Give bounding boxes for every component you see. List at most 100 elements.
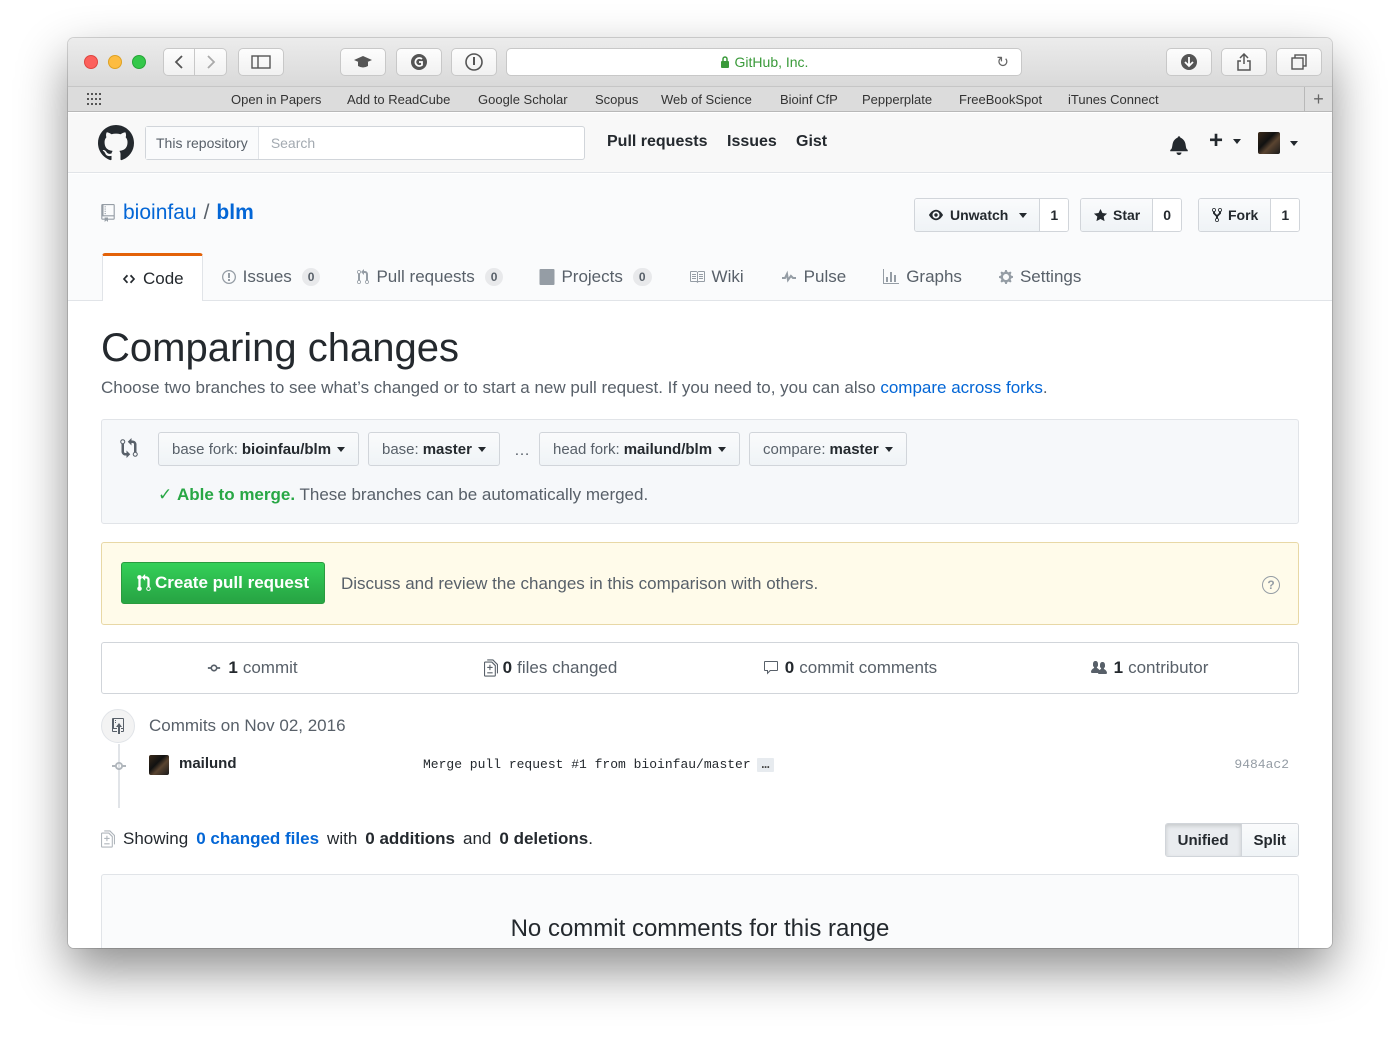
commit-author[interactable]: mailund xyxy=(179,755,237,772)
and-label: and xyxy=(463,829,492,848)
tab-label: Pulse xyxy=(803,267,847,286)
base-branch-select[interactable]: base: master xyxy=(368,432,500,466)
bookmark-item[interactable]: Scopus xyxy=(595,92,638,107)
info-extension-button[interactable] xyxy=(451,48,497,76)
book-icon xyxy=(689,271,705,283)
commit-message-link[interactable]: Merge pull request #1 from bioinfau/mast… xyxy=(423,757,751,772)
contributors-summary[interactable]: 1 contributor xyxy=(999,643,1298,693)
tab-settings[interactable]: Settings xyxy=(980,253,1099,301)
create-pull-request-button[interactable]: Create pull request xyxy=(121,562,325,604)
bookmark-item[interactable]: FreeBookSpot xyxy=(959,92,1042,107)
project-icon xyxy=(539,269,555,285)
forks-count[interactable]: 1 xyxy=(1271,199,1300,231)
comments-count: 0 xyxy=(784,658,795,677)
sidebar-toggle-button[interactable] xyxy=(238,48,284,76)
bookmark-item[interactable]: iTunes Connect xyxy=(1068,92,1159,107)
commit-comments-summary[interactable]: 0 commit comments xyxy=(700,643,999,693)
downloads-button[interactable] xyxy=(1166,48,1212,76)
bell-icon[interactable] xyxy=(1170,135,1188,155)
grammarly-extension-button[interactable] xyxy=(396,48,442,76)
tab-pulse[interactable]: Pulse xyxy=(762,253,865,301)
bookmark-item[interactable]: Web of Science xyxy=(661,92,752,107)
star-button-group: Star 0 xyxy=(1080,198,1183,232)
address-bar[interactable]: GitHub, Inc. ↻ xyxy=(506,48,1022,76)
bookmark-item[interactable]: Pepperplate xyxy=(862,92,932,107)
files-changed-summary[interactable]: 0 files changed xyxy=(401,643,700,693)
user-menu-dropdown[interactable] xyxy=(1258,132,1298,154)
add-tab-button[interactable]: + xyxy=(1304,87,1332,112)
watchers-count[interactable]: 1 xyxy=(1040,199,1069,231)
commit-author-avatar[interactable] xyxy=(149,755,169,775)
bookmarks-bar: Open in Papers Add to ReadCube Google Sc… xyxy=(68,86,1332,112)
bookmark-item[interactable]: Bioinf CfP xyxy=(780,92,838,107)
tab-label: Code xyxy=(143,269,184,288)
base-fork-label: base fork: xyxy=(172,440,238,458)
create-new-dropdown[interactable]: + xyxy=(1209,129,1242,153)
share-button[interactable] xyxy=(1221,48,1267,76)
unified-view-button[interactable]: Unified xyxy=(1165,824,1242,856)
diff-summary: Showing 0 changed files with 0 additions… xyxy=(101,822,1299,858)
repo-path-separator: / xyxy=(203,201,210,224)
compare-across-forks-link[interactable]: compare across forks xyxy=(880,378,1043,397)
caret-down-icon xyxy=(477,446,486,452)
zoom-window-button[interactable] xyxy=(132,55,146,69)
tab-projects[interactable]: Projects 0 xyxy=(521,253,669,301)
repo-owner-link[interactable]: bioinfau xyxy=(123,201,197,225)
star-button[interactable]: Star xyxy=(1081,199,1154,231)
head-fork-value: mailund/blm xyxy=(623,440,713,458)
stargazers-count[interactable]: 0 xyxy=(1153,199,1182,231)
tab-label: Graphs xyxy=(906,267,962,286)
compare-branch-select[interactable]: compare: master xyxy=(749,432,907,466)
tabs-overview-button[interactable] xyxy=(1276,48,1322,76)
header-nav-pull-requests[interactable]: Pull requests xyxy=(607,133,707,151)
changed-files-link[interactable]: 0 changed files xyxy=(196,829,319,849)
unwatch-button[interactable]: Unwatch xyxy=(915,199,1041,231)
header-nav-issues[interactable]: Issues xyxy=(727,133,777,151)
question-icon[interactable]: ? xyxy=(1262,576,1280,594)
people-icon xyxy=(1090,661,1107,674)
fork-button[interactable]: Fork xyxy=(1199,199,1272,231)
overall-summary: 1 commit 0 files changed 0 commit commen… xyxy=(101,642,1299,694)
tab-graphs[interactable]: Graphs xyxy=(864,253,980,301)
base-fork-value: bioinfau/blm xyxy=(241,440,332,458)
site-header: This repository Pull requests Issues Gis… xyxy=(68,113,1332,173)
forward-button[interactable] xyxy=(195,48,227,76)
merge-ok-label: Able to merge. xyxy=(176,485,296,504)
bookmark-item[interactable]: Open in Papers xyxy=(231,92,321,107)
split-view-button[interactable]: Split xyxy=(1241,824,1298,856)
grid-icon[interactable] xyxy=(86,91,104,107)
head-fork-select[interactable]: head fork: mailund/blm xyxy=(539,432,741,466)
repo-name-link[interactable]: blm xyxy=(216,201,253,225)
github-logo-icon[interactable] xyxy=(98,125,134,161)
commits-summary[interactable]: 1 commit xyxy=(102,643,401,693)
search-input[interactable] xyxy=(258,127,559,159)
with-label: with xyxy=(327,829,358,848)
tab-label: Projects xyxy=(561,267,623,286)
tab-pull-requests[interactable]: Pull requests 0 xyxy=(338,253,521,301)
star-icon xyxy=(1093,208,1108,221)
reload-icon[interactable]: ↻ xyxy=(996,53,1009,71)
commit-expander-button[interactable]: … xyxy=(756,758,775,772)
minimize-window-button[interactable] xyxy=(108,55,122,69)
bookmark-item[interactable]: Google Scholar xyxy=(478,92,568,107)
tab-code[interactable]: Code xyxy=(102,253,203,302)
bookmark-item[interactable]: Add to ReadCube xyxy=(347,92,450,107)
papers-extension-button[interactable] xyxy=(340,48,386,76)
commit-message: Merge pull request #1 from bioinfau/mast… xyxy=(423,757,775,772)
sidebar-icon xyxy=(251,55,271,69)
blankslate-title: No commit comments for this range xyxy=(510,915,890,942)
commits-label: commit xyxy=(242,658,298,677)
pulse-icon xyxy=(781,270,796,283)
commit-sha[interactable]: 9484ac2 xyxy=(1234,757,1289,772)
tabs-icon xyxy=(1291,54,1307,70)
base-fork-select[interactable]: base fork: bioinfau/blm xyxy=(158,432,360,466)
caret-down-icon xyxy=(718,446,727,452)
range-separator: … xyxy=(514,442,530,459)
check-icon: ✓ xyxy=(158,485,173,504)
range-editor: base fork: bioinfau/blm base: master … h… xyxy=(101,419,1299,524)
tab-issues[interactable]: Issues 0 xyxy=(203,253,339,301)
header-nav-gist[interactable]: Gist xyxy=(796,133,827,151)
tab-wiki[interactable]: Wiki xyxy=(670,253,762,301)
back-button[interactable] xyxy=(163,48,195,76)
close-window-button[interactable] xyxy=(84,55,98,69)
